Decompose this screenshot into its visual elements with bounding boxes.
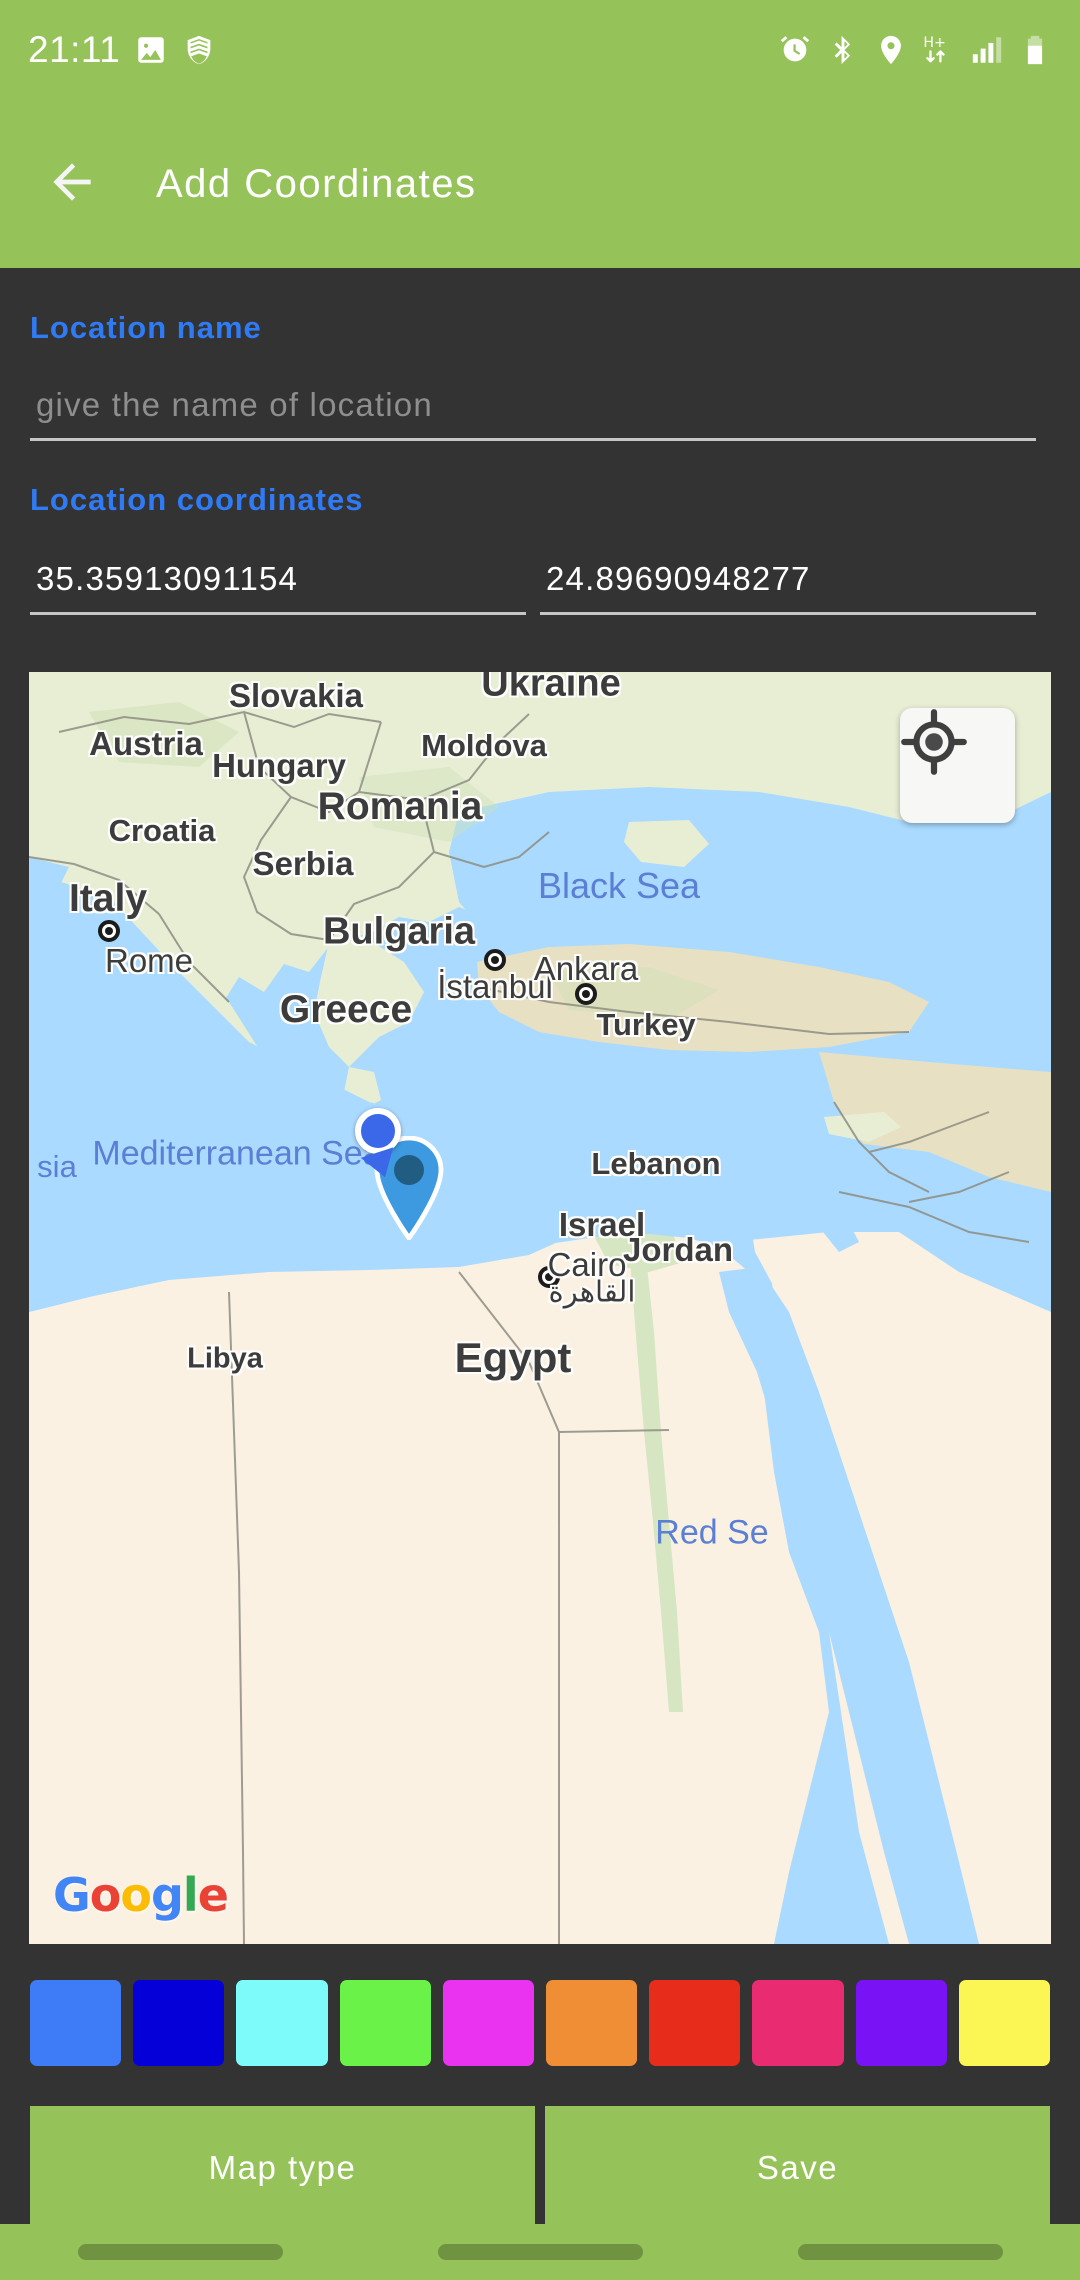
alarm-icon xyxy=(778,33,812,67)
content-area: Location name Location coordinates xyxy=(0,268,1080,2280)
map-region-label-partial: sia xyxy=(37,1149,77,1184)
color-swatch-pink[interactable] xyxy=(752,1980,844,2066)
city-dot xyxy=(98,920,120,942)
map-sea-label: Black Sea xyxy=(537,865,701,906)
map-country-label: Croatia xyxy=(108,813,216,848)
status-bar: 21:11 H+ xyxy=(0,0,1080,100)
longitude-field-wrapper xyxy=(540,554,1036,615)
map-country-label: Italy xyxy=(68,877,148,920)
map-country-label: Hungary xyxy=(212,747,346,784)
svg-text:H+: H+ xyxy=(923,35,946,51)
map-country-label: Moldova xyxy=(421,728,547,763)
map-country-label: Libya xyxy=(187,1342,263,1375)
color-swatch-red[interactable] xyxy=(649,1980,741,2066)
google-logo: Google xyxy=(53,1868,229,1922)
action-buttons: Map type Save xyxy=(30,2106,1050,2230)
app-bar: Add Coordinates xyxy=(0,100,1080,268)
map-country-label: Serbia xyxy=(252,845,354,882)
map-country-label: Slovakia xyxy=(229,677,363,714)
location-coordinates-label: Location coordinates xyxy=(30,482,364,517)
map-country-label: Romania xyxy=(317,785,483,828)
status-bar-right: H+ xyxy=(778,33,1052,67)
save-button[interactable]: Save xyxy=(545,2106,1050,2230)
color-swatch-violet[interactable] xyxy=(855,1980,947,2066)
status-bar-left: 21:11 xyxy=(28,29,216,71)
signal-icon xyxy=(970,33,1004,67)
map-type-button[interactable]: Map type xyxy=(30,2106,535,2230)
map-country-label: Jordan xyxy=(622,1231,734,1268)
current-location-dot xyxy=(355,1108,401,1154)
map-country-label: Austria xyxy=(89,725,203,762)
battery-icon xyxy=(1018,33,1052,67)
location-name-input[interactable] xyxy=(30,380,1036,441)
color-swatch-green[interactable] xyxy=(339,1980,431,2066)
location-icon xyxy=(874,33,908,67)
map-city-label: Rome xyxy=(104,942,194,979)
system-nav-bar xyxy=(0,2224,1080,2280)
color-swatch-blue[interactable] xyxy=(133,1980,225,2066)
map-view[interactable]: Slovakia Austria Hungary Moldova Ukraine… xyxy=(29,672,1051,1944)
nav-home-pill[interactable] xyxy=(437,2244,643,2260)
color-palette xyxy=(30,1980,1051,2066)
map-country-label: Bulgaria xyxy=(322,910,476,953)
city-dot xyxy=(575,983,597,1005)
hplus-data-icon: H+ xyxy=(922,33,956,67)
status-clock: 21:11 xyxy=(28,29,121,70)
latitude-input[interactable] xyxy=(30,554,526,615)
longitude-input[interactable] xyxy=(540,554,1036,615)
map-country-label: Ukraine xyxy=(481,672,621,705)
back-arrow-icon xyxy=(44,154,100,215)
my-location-button[interactable] xyxy=(900,708,1015,823)
map-sea-label: Mediterranean Sea xyxy=(92,1134,382,1173)
wifi-shield-icon xyxy=(182,33,216,67)
page-title: Add Coordinates xyxy=(156,161,477,206)
bluetooth-icon xyxy=(826,33,860,67)
image-icon xyxy=(134,33,168,67)
phone-screen: 21:11 H+ Add Coordinates Location name g… xyxy=(0,0,1080,2280)
map-country-label: Greece xyxy=(279,988,413,1031)
color-swatch-orange[interactable] xyxy=(546,1980,638,2066)
color-swatch-magenta[interactable] xyxy=(442,1980,535,2066)
nav-back-pill[interactable] xyxy=(797,2244,1003,2260)
location-name-label: Location name xyxy=(30,310,262,345)
color-swatch-cyan[interactable] xyxy=(236,1980,328,2066)
back-button[interactable] xyxy=(24,136,120,232)
coordinates-row xyxy=(30,554,1036,615)
map-country-label: Lebanon xyxy=(591,1146,721,1181)
latitude-field-wrapper xyxy=(30,554,526,615)
color-swatch-yellow[interactable] xyxy=(958,1980,1051,2066)
map-city-label-arabic: القاهرة xyxy=(548,1276,636,1309)
map-sea-label: Red Se xyxy=(655,1513,769,1552)
location-name-field-wrapper xyxy=(30,380,1036,441)
map-country-label: Egypt xyxy=(454,1334,572,1381)
color-swatch-azure-blue[interactable] xyxy=(30,1980,122,2066)
nav-recents-pill[interactable] xyxy=(77,2244,283,2260)
map-country-label: Turkey xyxy=(596,1007,696,1042)
map-canvas xyxy=(29,672,1051,1944)
